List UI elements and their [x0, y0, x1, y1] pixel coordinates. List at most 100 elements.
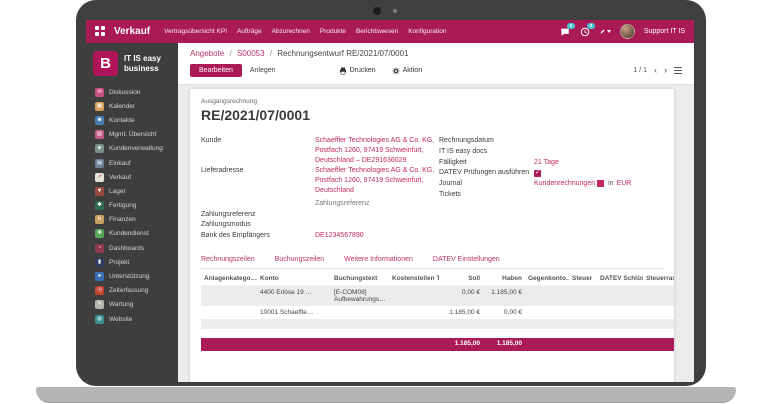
invoice-date-label: Rechnungsdatum	[439, 136, 534, 146]
payment-mode-field[interactable]	[315, 220, 435, 230]
sidebar-item-kundendienst[interactable]: ✚Kundendienst	[86, 227, 178, 241]
app-logo[interactable]: B IT IS easy business	[86, 43, 178, 85]
payment-reference-field[interactable]	[315, 210, 435, 220]
helpdesk-icon: ✚	[95, 229, 104, 238]
sidebar-item-kalender[interactable]: ▦Kalender	[86, 99, 178, 113]
sidebar-item-zeiterfassung[interactable]: ◷Zeiterfassung	[86, 284, 178, 298]
edit-button[interactable]: Bearbeiten	[190, 64, 242, 77]
sidebar-item-label: Lager	[109, 188, 126, 195]
easy-docs-label: IT IS easy docs	[439, 147, 534, 157]
col-kostenstellen[interactable]: Kostenstellen T…	[389, 272, 439, 286]
col-buchungstext[interactable]: Buchungstext	[331, 272, 389, 286]
table-cell	[597, 285, 643, 306]
camera-led	[393, 9, 397, 13]
recipient-bank-link[interactable]: DE1234567890	[315, 232, 364, 239]
laptop-base	[36, 387, 736, 403]
sidebar-item-einkauf[interactable]: ▤Einkauf	[86, 156, 178, 170]
due-date-label: Fälligkeit	[439, 158, 534, 168]
col-gegenkonto[interactable]: Gegenkonto…	[525, 272, 569, 286]
customer-link[interactable]: Schaeffler Technologies AG & Co. KG, Pos…	[315, 137, 434, 164]
invoice-number: RE/2021/07/0001	[201, 107, 663, 123]
create-button[interactable]: Anlegen	[242, 64, 284, 77]
sidebar-item-lager[interactable]: ▼Lager	[86, 184, 178, 198]
table-cell	[389, 285, 439, 306]
menu-item-produkte[interactable]: Produkte	[320, 28, 346, 35]
table-cell	[569, 338, 597, 351]
debug-icon[interactable]	[600, 26, 611, 37]
menu-item-vertragsuebersicht-kpi[interactable]: Vertragsübersicht KPI	[164, 28, 227, 35]
breadcrumb-s00053[interactable]: S00053	[237, 49, 265, 58]
cell-soll: 1.185,00 €	[439, 306, 483, 319]
sidebar-item-projekt[interactable]: ▮Projekt	[86, 255, 178, 269]
user-menu[interactable]: Support IT IS	[644, 28, 685, 35]
col-anlagenkategorie[interactable]: Anlagenkatego…	[201, 272, 257, 286]
table-cell	[389, 338, 439, 351]
sidebar-item-fertigung[interactable]: ✱ Fertigung	[86, 199, 178, 213]
menu-item-abzurechnen[interactable]: Abzurechnen	[272, 28, 310, 35]
delivery-address-link[interactable]: Schaeffler Technologies AG & Co. KG, Pos…	[315, 167, 434, 194]
sidebar-item-verkauf[interactable]: ↗Verkauf	[86, 170, 178, 184]
sidebar-item-label: Dashboards	[109, 245, 144, 252]
col-datev-schluessel[interactable]: DATEV Schlüss…	[597, 272, 643, 286]
due-terms-link[interactable]: 21 Tage	[534, 159, 559, 166]
app-name[interactable]: Verkauf	[114, 26, 150, 37]
table-cell	[201, 285, 257, 306]
table-cell	[525, 285, 569, 306]
sidebar-item-website[interactable]: ◍Website	[86, 312, 178, 326]
col-haben[interactable]: Haben	[483, 272, 525, 286]
datev-checkbox[interactable]: ✓	[534, 170, 541, 177]
breadcrumb-angebote[interactable]: Angebote	[190, 49, 224, 58]
gear-icon	[392, 67, 400, 75]
table-cell	[331, 338, 389, 351]
sidebar-item-kundenverwaltung[interactable]: ◈Kundenverwaltung	[86, 142, 178, 156]
table-row[interactable]: 10001 Schaeffle… 1.185,00 € 0,00 €	[201, 306, 674, 319]
pager-prev-button[interactable]: ‹	[654, 66, 657, 75]
manufacturing-icon: ✱	[95, 201, 104, 210]
menu-item-konfiguration[interactable]: Konfiguration	[408, 28, 446, 35]
col-soll[interactable]: Soll	[439, 272, 483, 286]
pager-next-button[interactable]: ›	[664, 66, 667, 75]
easy-docs-field[interactable]	[534, 147, 663, 157]
sidebar-item-unterstuetzung[interactable]: ●Unterstützung	[86, 269, 178, 283]
print-button[interactable]: Drucken	[339, 67, 376, 75]
sidebar-item-dashboards[interactable]: ◔Dashboards	[86, 241, 178, 255]
action-button[interactable]: Aktion	[392, 67, 422, 75]
journal-internal-link-icon[interactable]	[597, 180, 604, 187]
tab-datev-einstellungen[interactable]: DATEV Einstellungen	[433, 256, 500, 263]
activities-icon[interactable]: 3	[580, 26, 591, 37]
pager: 1 / 1 ‹ ›	[633, 66, 682, 75]
customer-label: Kunde	[201, 136, 315, 165]
menu-item-berichtswesen[interactable]: Berichtswesen	[356, 28, 398, 35]
sidebar-item-diskussion[interactable]: ✉Diskussion	[86, 85, 178, 99]
control-bar: Angebote / S00053 / Rechnungsentwurf RE/…	[178, 43, 694, 85]
invoice-date-field[interactable]	[534, 136, 663, 146]
avatar[interactable]	[620, 24, 635, 39]
table-cell	[201, 338, 257, 351]
table-row[interactable]: 4400 Erlöse 19 … [E-COM08] Aufbewahrungs…	[201, 285, 674, 306]
sidebar-item-finanzen[interactable]: bFinanzen	[86, 213, 178, 227]
discussion-icon: ✉	[95, 88, 104, 97]
sidebar-item-wartung[interactable]: ✎Wartung	[86, 298, 178, 312]
table-cell	[597, 306, 643, 319]
tab-rechnungszeilen[interactable]: Rechnungszeilen	[201, 256, 255, 263]
tickets-field[interactable]	[534, 190, 663, 200]
datev-checks-label: DATEV Prüfungen ausführen	[439, 168, 534, 178]
apps-grid-icon[interactable]	[95, 26, 106, 37]
table-cell	[257, 338, 331, 351]
mgmt-overview-icon: ▨	[95, 130, 104, 139]
col-konto[interactable]: Konto	[257, 272, 331, 286]
sidebar-item-label: Fertigung	[109, 202, 136, 209]
view-switcher-icon[interactable]	[674, 67, 682, 75]
tab-weitere-informationen[interactable]: Weitere Informationen	[344, 256, 413, 263]
journal-link[interactable]: Kundenrechnungen	[534, 180, 595, 187]
table-cell	[201, 306, 257, 319]
sidebar-item-mgmt-uebersicht[interactable]: ▨Mgmt. Übersicht	[86, 128, 178, 142]
journal-currency-link[interactable]: EUR	[617, 180, 632, 187]
tab-buchungszeilen[interactable]: Buchungszeilen	[275, 256, 324, 263]
menu-item-auftraege[interactable]: Aufträge	[237, 28, 262, 35]
sidebar-item-kontakte[interactable]: ☻Kontakte	[86, 113, 178, 127]
col-steuerraster[interactable]: Steuerraster	[643, 272, 674, 286]
table-cell	[569, 306, 597, 319]
col-steuer[interactable]: Steuer	[569, 272, 597, 286]
messages-icon[interactable]: 2	[560, 26, 571, 37]
